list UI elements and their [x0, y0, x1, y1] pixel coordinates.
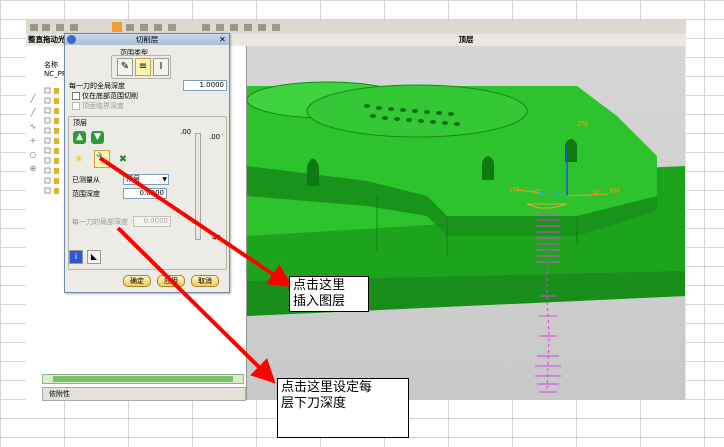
callout-1-line-1: 点击这里	[293, 278, 346, 293]
callout-2-line-1: 点击这里设定每	[281, 380, 373, 395]
callout-insert-layer: 点击这里 插入图层	[289, 276, 369, 312]
callout-2-line-2: 层下刀深度	[281, 396, 347, 411]
callout-set-depth: 点击这里设定每 层下刀深度	[277, 378, 409, 438]
arrow-to-callout-2	[116, 226, 276, 384]
arrow-to-callout-1	[98, 156, 293, 288]
callout-1-line-2: 插入图层	[293, 294, 346, 309]
